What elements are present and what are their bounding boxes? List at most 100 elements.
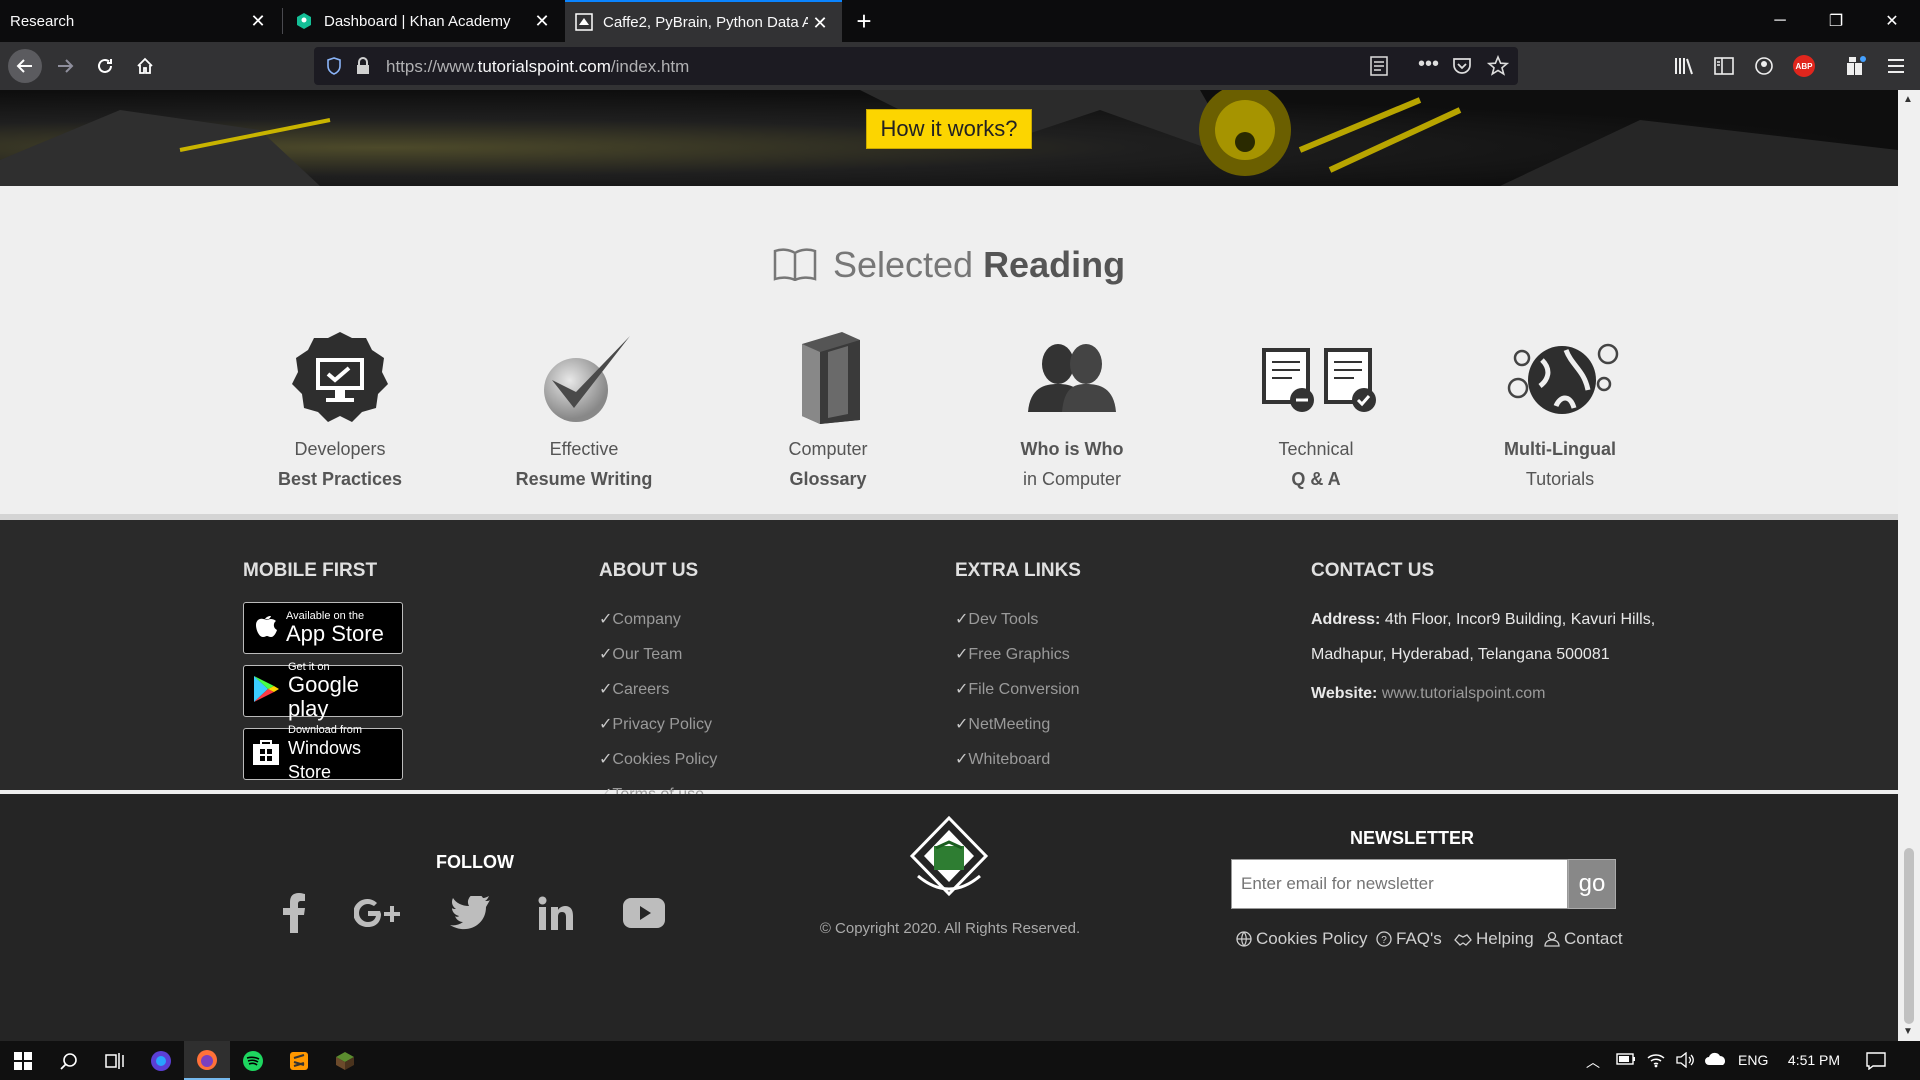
- address-label: Address:: [1311, 611, 1381, 628]
- reading-item-line2: Best Practices: [277, 469, 403, 489]
- reading-item-multilingual[interactable]: Multi-Lingual Tutorials: [1460, 330, 1660, 494]
- scroll-down-arrow-icon[interactable]: ▼: [1903, 1026, 1913, 1037]
- newsletter-go-button[interactable]: go: [1568, 859, 1616, 909]
- tab-tutorialspoint[interactable]: Caffe2, PyBrain, Python Data Ac ✕: [565, 0, 842, 42]
- firefox-nightly-icon[interactable]: [138, 1041, 184, 1080]
- youtube-icon[interactable]: [616, 888, 672, 938]
- reading-item-developers[interactable]: Developers Best Practices: [240, 330, 440, 494]
- close-icon[interactable]: ✕: [248, 11, 268, 31]
- wifi-icon[interactable]: [1646, 1052, 1666, 1071]
- more-actions-icon[interactable]: •••: [1418, 53, 1439, 76]
- facebook-icon[interactable]: [266, 888, 322, 938]
- tray-chevron-icon[interactable]: ︿: [1586, 1052, 1600, 1072]
- globe-small-icon: [1236, 931, 1252, 947]
- scroll-up-arrow-icon[interactable]: ▲: [1903, 94, 1913, 105]
- close-icon[interactable]: ✕: [532, 11, 552, 31]
- reading-item-line1: Computer: [788, 439, 868, 459]
- firefox-taskbar-icon[interactable]: [184, 1041, 230, 1080]
- twitter-icon[interactable]: [442, 888, 498, 938]
- scrollbar-thumb[interactable]: [1904, 848, 1914, 1024]
- clock[interactable]: 4:51 PM: [1784, 1052, 1844, 1068]
- svg-text:?: ?: [1381, 935, 1387, 946]
- notifications-icon[interactable]: [1866, 1052, 1886, 1073]
- follow-label: FOLLOW: [436, 852, 514, 872]
- minecraft-icon[interactable]: [322, 1041, 368, 1080]
- footer-link-company[interactable]: Company: [599, 602, 717, 637]
- reading-item-technical-qa[interactable]: Technical Q & A: [1216, 330, 1416, 494]
- account-icon[interactable]: [1752, 54, 1776, 78]
- tab-khan-academy[interactable]: Dashboard | Khan Academy ✕: [284, 0, 564, 42]
- home-button[interactable]: [128, 49, 162, 83]
- footer-link-privacy-policy[interactable]: Privacy Policy: [599, 707, 717, 742]
- reading-item-line1: Effective: [549, 439, 619, 459]
- tab-research[interactable]: Research ✕: [0, 0, 280, 42]
- language-indicator[interactable]: ENG: [1738, 1052, 1768, 1068]
- adblock-icon[interactable]: ABP: [1792, 54, 1816, 78]
- footer-link-careers[interactable]: Careers: [599, 672, 717, 707]
- linkedin-icon[interactable]: [528, 888, 584, 938]
- reload-button[interactable]: [88, 49, 122, 83]
- footer-link-dev-tools[interactable]: Dev Tools: [955, 602, 1081, 637]
- menu-icon[interactable]: [1884, 54, 1908, 78]
- spotify-icon[interactable]: [230, 1041, 276, 1080]
- apple-icon: [252, 611, 278, 646]
- how-it-works-button[interactable]: How it works?: [866, 109, 1032, 149]
- library-icon[interactable]: [1673, 54, 1697, 78]
- tutorialspoint-logo[interactable]: [906, 815, 992, 905]
- url-prefix: https://www.: [386, 57, 478, 76]
- close-icon[interactable]: ✕: [810, 13, 830, 33]
- website-link[interactable]: www.tutorialspoint.com: [1382, 685, 1546, 702]
- sublime-text-icon[interactable]: [276, 1041, 322, 1080]
- onedrive-icon[interactable]: [1704, 1052, 1728, 1069]
- windows-store-badge[interactable]: Download from Windows Store: [243, 724, 403, 782]
- reading-item-line2: Q & A: [1291, 469, 1341, 489]
- close-window-button[interactable]: ✕: [1864, 0, 1920, 42]
- battery-icon[interactable]: [1616, 1052, 1636, 1069]
- new-tab-button[interactable]: +: [840, 0, 888, 42]
- pocket-icon[interactable]: [1452, 56, 1472, 81]
- task-view-icon[interactable]: [92, 1041, 138, 1080]
- bottom-link-contact[interactable]: Contact: [1544, 929, 1623, 949]
- url-bar[interactable]: https://www.tutorialspoint.com/index.htm…: [314, 47, 1518, 85]
- navigation-toolbar: https://www.tutorialspoint.com/index.htm…: [0, 42, 1920, 90]
- page-scrollbar[interactable]: ▲ ▼: [1898, 90, 1920, 1041]
- reading-item-resume[interactable]: Effective Resume Writing: [484, 330, 684, 494]
- search-icon[interactable]: [46, 1041, 92, 1080]
- lock-icon[interactable]: [356, 57, 370, 80]
- reading-item-who-is-who[interactable]: Who is Who in Computer: [972, 330, 1172, 494]
- restore-button[interactable]: ❐: [1808, 0, 1864, 42]
- bottom-link-label: Helping: [1476, 929, 1534, 948]
- bottom-link-helping[interactable]: Helping: [1454, 929, 1534, 949]
- bookmark-star-icon[interactable]: [1486, 54, 1510, 82]
- reader-view-icon[interactable]: [1370, 56, 1388, 81]
- page-content: How it works? Selected Reading Developer…: [0, 90, 1898, 1041]
- url-text: https://www.tutorialspoint.com/index.htm: [386, 57, 689, 77]
- forward-button[interactable]: [48, 49, 82, 83]
- google-plus-icon[interactable]: [350, 888, 406, 938]
- footer-link-file-conversion[interactable]: File Conversion: [955, 672, 1081, 707]
- bottom-link-faqs[interactable]: ? FAQ's: [1376, 929, 1442, 949]
- reading-item-line2: Resume Writing: [515, 469, 653, 489]
- checkmark-icon: [544, 336, 630, 422]
- footer-link-whiteboard[interactable]: Whiteboard: [955, 742, 1081, 777]
- footer-link-free-graphics[interactable]: Free Graphics: [955, 637, 1081, 672]
- shield-icon[interactable]: [326, 57, 342, 80]
- sidebar-icon[interactable]: [1712, 54, 1736, 78]
- footer-about-us: ABOUT US Company Our Team Careers Privac…: [599, 560, 717, 812]
- footer-link-our-team[interactable]: Our Team: [599, 637, 717, 672]
- reading-item-glossary[interactable]: Computer Glossary: [728, 330, 928, 494]
- windows-start-icon[interactable]: [0, 1041, 46, 1080]
- home-icon: [137, 57, 153, 74]
- footer-link-netmeeting[interactable]: NetMeeting: [955, 707, 1081, 742]
- bottom-link-cookies-policy[interactable]: Cookies Policy: [1236, 929, 1368, 949]
- newsletter-email-input[interactable]: [1231, 859, 1568, 909]
- back-button[interactable]: [8, 49, 42, 83]
- reload-icon: [98, 58, 112, 73]
- volume-icon[interactable]: [1676, 1051, 1694, 1071]
- app-store-badge[interactable]: Available on the App Store: [243, 602, 403, 654]
- footer-link-cookies-policy[interactable]: Cookies Policy: [599, 742, 717, 777]
- footer-heading: MOBILE FIRST: [243, 560, 378, 581]
- minimize-button[interactable]: ─: [1752, 0, 1808, 42]
- extensions-icon[interactable]: [1844, 54, 1868, 78]
- google-play-badge[interactable]: Get it on Google play: [243, 661, 403, 721]
